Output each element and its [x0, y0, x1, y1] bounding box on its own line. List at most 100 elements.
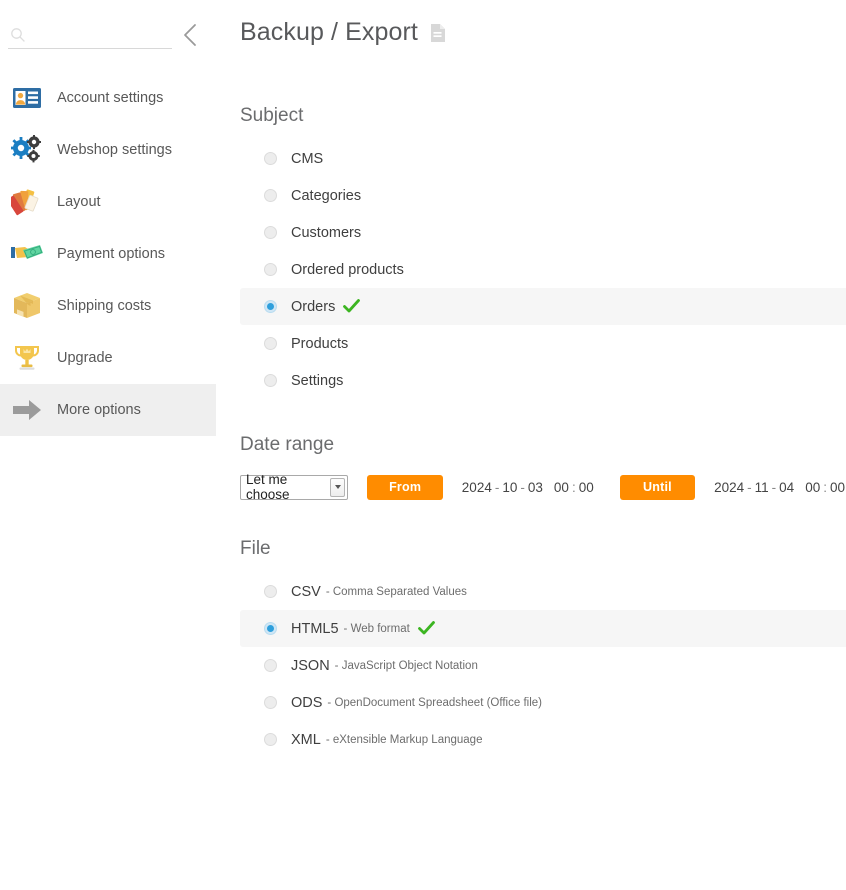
- sidebar-item-webshop-settings[interactable]: Webshop settings: [0, 124, 216, 176]
- subject-option-settings[interactable]: Settings: [240, 362, 846, 399]
- until-minute[interactable]: 00: [829, 479, 846, 496]
- sidebar-search-row: [0, 18, 216, 52]
- file-option-html5[interactable]: HTML5 - Web format: [240, 610, 846, 647]
- date-separator: -: [771, 479, 777, 495]
- option-label: Customers: [291, 224, 362, 241]
- radio-icon[interactable]: [264, 152, 277, 165]
- sidebar-collapse-button[interactable]: [174, 18, 208, 52]
- search-icon: [10, 27, 26, 43]
- sidebar-item-payment-options[interactable]: Payment options: [0, 228, 216, 280]
- subject-option-products[interactable]: Products: [240, 325, 846, 362]
- radio-icon[interactable]: [264, 585, 277, 598]
- sidebar-nav: Account settings Webshop settings Layout…: [0, 72, 216, 436]
- from-year[interactable]: 2024: [461, 479, 493, 496]
- subject-option-customers[interactable]: Customers: [240, 214, 846, 251]
- date-preset-select[interactable]: Let me choose: [240, 472, 349, 502]
- sidebar-item-account-settings[interactable]: Account settings: [0, 72, 216, 124]
- radio-icon[interactable]: [264, 733, 277, 746]
- date-preset-value: Let me choose: [246, 472, 290, 502]
- from-month[interactable]: 10: [501, 479, 518, 496]
- until-button[interactable]: Until: [619, 474, 696, 500]
- sidebar-item-upgrade[interactable]: Upgrade: [0, 332, 216, 384]
- radio-icon[interactable]: [264, 622, 277, 635]
- option-label: JSON: [291, 657, 330, 674]
- subject-option-ordered-products[interactable]: Ordered products: [240, 251, 846, 288]
- option-label: CMS: [291, 150, 324, 167]
- trophy-icon: [10, 341, 44, 375]
- radio-icon[interactable]: [264, 226, 277, 239]
- from-datetime-value[interactable]: 2024 - 10 - 03 00 : 00: [461, 479, 595, 496]
- subject-section-title: Subject: [240, 105, 304, 126]
- time-separator: :: [571, 479, 576, 495]
- sidebar-item-label: Webshop settings: [57, 142, 172, 158]
- radio-icon[interactable]: [264, 659, 277, 672]
- from-hour[interactable]: 00: [553, 479, 570, 496]
- date-range-section-title: Date range: [240, 434, 335, 455]
- radio-icon[interactable]: [264, 300, 277, 313]
- color-swatch-icon: [10, 185, 44, 219]
- date-separator: -: [747, 479, 752, 495]
- radio-icon[interactable]: [264, 189, 277, 202]
- backup-export-page: Account settings Webshop settings Layout…: [0, 0, 846, 890]
- radio-icon[interactable]: [264, 696, 277, 709]
- subject-option-categories[interactable]: Categories: [240, 177, 846, 214]
- option-label: CSV: [291, 583, 321, 600]
- option-description: - JavaScript Object Notation: [334, 659, 478, 672]
- option-label: ODS: [291, 694, 323, 711]
- checkmark-icon: [417, 621, 435, 636]
- until-year[interactable]: 2024: [713, 479, 745, 496]
- file-option-csv[interactable]: CSV - Comma Separated Values: [240, 573, 846, 610]
- option-description: - Comma Separated Values: [325, 585, 467, 598]
- file-option-xml[interactable]: XML - eXtensible Markup Language: [240, 721, 846, 758]
- sidebar: Account settings Webshop settings Layout…: [0, 0, 216, 890]
- search-input[interactable]: [26, 27, 172, 42]
- date-separator: -: [520, 479, 525, 495]
- main-content: Backup / Export Subject CMS Categories C…: [216, 0, 846, 890]
- chevron-down-icon[interactable]: [330, 477, 346, 497]
- page-title-text: Backup / Export: [240, 18, 418, 46]
- subject-option-orders[interactable]: Orders: [240, 288, 846, 325]
- sidebar-item-label: Layout: [57, 194, 101, 210]
- file-option-list: CSV - Comma Separated Values HTML5 - Web…: [240, 573, 846, 758]
- radio-icon[interactable]: [264, 337, 277, 350]
- sidebar-item-label: Shipping costs: [57, 298, 152, 314]
- money-hand-icon: [10, 237, 44, 271]
- option-label: Settings: [291, 372, 344, 389]
- until-day[interactable]: 04: [778, 479, 795, 496]
- until-datetime-value[interactable]: 2024 - 11 - 04 00 : 00: [713, 479, 846, 496]
- file-option-ods[interactable]: ODS - OpenDocument Spreadsheet (Office f…: [240, 684, 846, 721]
- option-label: Ordered products: [291, 261, 404, 278]
- document-icon: [429, 23, 447, 43]
- sidebar-item-shipping-costs[interactable]: Shipping costs: [0, 280, 216, 332]
- gears-icon: [10, 133, 44, 167]
- arrow-right-icon: [10, 393, 44, 427]
- option-label: HTML5: [291, 620, 339, 637]
- id-card-icon: [10, 81, 44, 115]
- option-description: - eXtensible Markup Language: [325, 733, 483, 746]
- time-separator: :: [823, 479, 827, 495]
- radio-icon[interactable]: [264, 263, 277, 276]
- until-hour[interactable]: 00: [804, 479, 821, 496]
- until-month[interactable]: 11: [754, 479, 770, 496]
- from-button[interactable]: From: [367, 474, 443, 500]
- page-title: Backup / Export: [240, 14, 846, 47]
- search-field-wrapper[interactable]: [8, 21, 172, 49]
- option-description: - Web format: [343, 622, 410, 635]
- file-option-json[interactable]: JSON - JavaScript Object Notation: [240, 647, 846, 684]
- from-minute[interactable]: 00: [578, 479, 595, 496]
- sidebar-item-more-options[interactable]: More options: [0, 384, 216, 436]
- file-section-title: File: [240, 538, 271, 559]
- sidebar-item-label: More options: [57, 402, 141, 418]
- sidebar-item-label: Payment options: [57, 246, 166, 262]
- subject-option-cms[interactable]: CMS: [240, 140, 846, 177]
- option-label: XML: [291, 731, 321, 748]
- from-day[interactable]: 03: [527, 479, 544, 496]
- box-icon: [10, 289, 44, 323]
- radio-icon[interactable]: [264, 374, 277, 387]
- sidebar-item-layout[interactable]: Layout: [0, 176, 216, 228]
- option-description: - OpenDocument Spreadsheet (Office file): [327, 696, 542, 709]
- checkmark-icon: [343, 299, 361, 314]
- sidebar-item-label: Upgrade: [57, 350, 113, 366]
- chevron-left-icon: [181, 22, 201, 48]
- date-range-row: Let me choose From 2024 - 10 - 03 00 : 0…: [240, 472, 846, 502]
